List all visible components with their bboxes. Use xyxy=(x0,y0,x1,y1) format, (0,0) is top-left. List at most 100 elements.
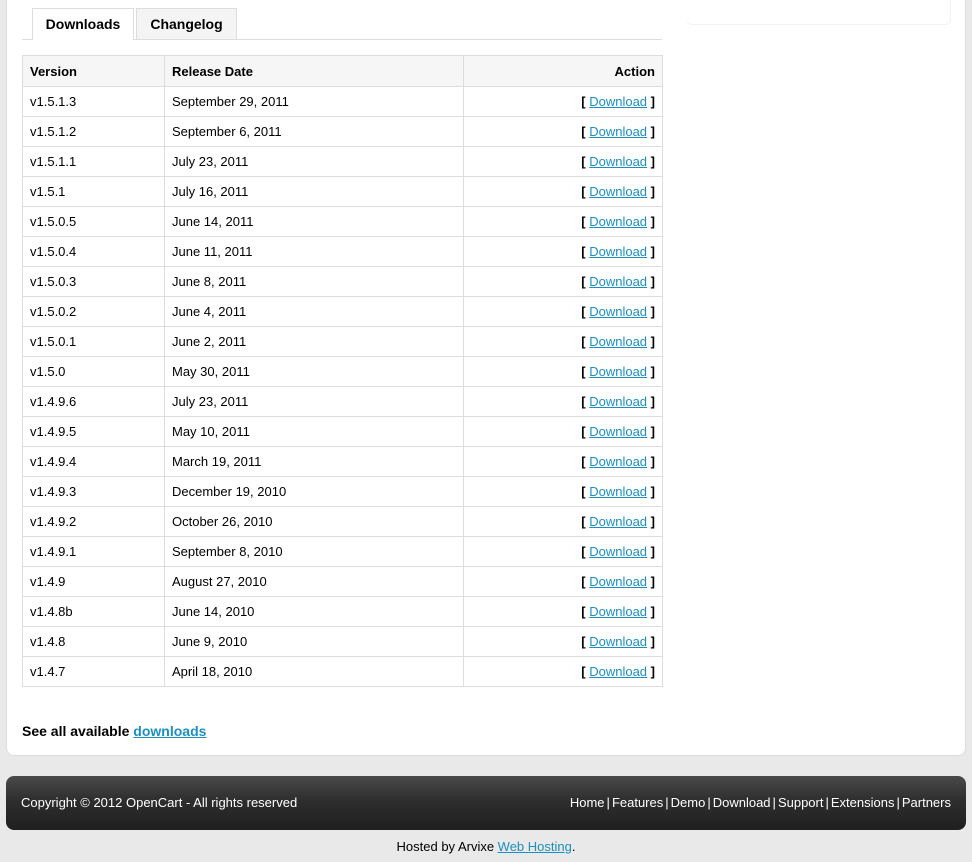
download-link[interactable]: Download xyxy=(589,664,647,679)
version-cell: v1.5.1.2 xyxy=(22,116,165,147)
release-date-cell: May 30, 2011 xyxy=(164,356,464,387)
download-link[interactable]: Download xyxy=(589,484,647,499)
download-link[interactable]: Download xyxy=(589,574,647,589)
action-cell: [ Download ] xyxy=(463,506,663,537)
bracket-close: ] xyxy=(647,424,655,439)
footer: Copyright © 2012 OpenCart - All rights r… xyxy=(6,776,966,830)
bracket-close: ] xyxy=(647,154,655,169)
header-release-date: Release Date xyxy=(164,55,464,87)
bracket-close: ] xyxy=(647,394,655,409)
action-cell: [ Download ] xyxy=(463,446,663,477)
download-link[interactable]: Download xyxy=(589,124,647,139)
footer-separator: | xyxy=(665,795,669,810)
version-cell: v1.5.0 xyxy=(22,356,165,387)
download-link[interactable]: Download xyxy=(589,634,647,649)
action-cell: [ Download ] xyxy=(463,236,663,267)
version-cell: v1.4.9.6 xyxy=(22,386,165,417)
release-date-cell: September 29, 2011 xyxy=(164,86,464,117)
tab-changelog[interactable]: Changelog xyxy=(136,8,237,39)
release-date-cell: July 16, 2011 xyxy=(164,176,464,207)
footer-link-demo[interactable]: Demo xyxy=(671,795,706,810)
table-row: v1.5.0.3 June 8, 2011[ Download ] xyxy=(22,266,663,297)
version-cell: v1.4.9.1 xyxy=(22,536,165,567)
footer-link-support[interactable]: Support xyxy=(778,795,824,810)
see-all-downloads: See all available downloads xyxy=(22,723,206,739)
version-cell: v1.4.9.5 xyxy=(22,416,165,447)
download-link[interactable]: Download xyxy=(589,454,647,469)
tab-downloads[interactable]: Downloads xyxy=(32,8,134,40)
download-link[interactable]: Download xyxy=(589,364,647,379)
table-header-row: Version Release Date Action xyxy=(22,55,663,87)
version-cell: v1.5.1.3 xyxy=(22,86,165,117)
bracket-close: ] xyxy=(647,664,655,679)
table-row: v1.4.9.1 September 8, 2010[ Download ] xyxy=(22,536,663,567)
download-link[interactable]: Download xyxy=(589,94,647,109)
action-cell: [ Download ] xyxy=(463,626,663,657)
action-cell: [ Download ] xyxy=(463,386,663,417)
table-row: v1.4.7 April 18, 2010[ Download ] xyxy=(22,656,663,687)
bracket-close: ] xyxy=(647,364,655,379)
download-link[interactable]: Download xyxy=(589,244,647,259)
download-link[interactable]: Download xyxy=(589,604,647,619)
download-link[interactable]: Download xyxy=(589,334,647,349)
version-cell: v1.4.9 xyxy=(22,566,165,597)
table-row: v1.4.8 June 9, 2010[ Download ] xyxy=(22,626,663,657)
download-link[interactable]: Download xyxy=(589,154,647,169)
action-cell: [ Download ] xyxy=(463,326,663,357)
download-link[interactable]: Download xyxy=(589,424,647,439)
release-date-cell: June 4, 2011 xyxy=(164,296,464,327)
downloads-table: Version Release Date Action v1.5.1.3 Sept… xyxy=(22,55,663,687)
footer-link-features[interactable]: Features xyxy=(612,795,663,810)
table-row: v1.5.1.2 September 6, 2011[ Download ] xyxy=(22,116,663,147)
footer-link-home[interactable]: Home xyxy=(570,795,605,810)
table-row: v1.4.9.5 May 10, 2011[ Download ] xyxy=(22,416,663,447)
see-all-label: See all available xyxy=(22,723,134,739)
release-date-cell: June 2, 2011 xyxy=(164,326,464,357)
download-link[interactable]: Download xyxy=(589,184,647,199)
table-row: v1.5.1.1 July 23, 2011[ Download ] xyxy=(22,146,663,177)
table-row: v1.4.9.4 March 19, 2011[ Download ] xyxy=(22,446,663,477)
action-cell: [ Download ] xyxy=(463,416,663,447)
bracket-close: ] xyxy=(647,94,655,109)
download-link[interactable]: Download xyxy=(589,544,647,559)
download-link[interactable]: Download xyxy=(589,214,647,229)
action-cell: [ Download ] xyxy=(463,86,663,117)
web-hosting-link[interactable]: Web Hosting xyxy=(498,839,572,854)
release-date-cell: September 6, 2011 xyxy=(164,116,464,147)
footer-link-download[interactable]: Download xyxy=(713,795,771,810)
release-date-cell: June 8, 2011 xyxy=(164,266,464,297)
action-cell: [ Download ] xyxy=(463,566,663,597)
release-date-cell: December 19, 2010 xyxy=(164,476,464,507)
table-row: v1.5.1.3 September 29, 2011[ Download ] xyxy=(22,86,663,117)
action-cell: [ Download ] xyxy=(463,596,663,627)
action-cell: [ Download ] xyxy=(463,476,663,507)
download-link[interactable]: Download xyxy=(589,394,647,409)
hosted-by-label: Hosted by Arvixe xyxy=(396,839,498,854)
hosted-by: Hosted by Arvixe Web Hosting. xyxy=(0,839,972,854)
bracket-close: ] xyxy=(647,514,655,529)
version-cell: v1.5.0.4 xyxy=(22,236,165,267)
tab-bar: Downloads Changelog xyxy=(22,8,662,40)
action-cell: [ Download ] xyxy=(463,146,663,177)
download-link[interactable]: Download xyxy=(589,304,647,319)
table-row: v1.4.9.3 December 19, 2010[ Download ] xyxy=(22,476,663,507)
footer-link-partners[interactable]: Partners xyxy=(902,795,951,810)
version-cell: v1.4.7 xyxy=(22,656,165,687)
bracket-close: ] xyxy=(647,484,655,499)
footer-link-extensions[interactable]: Extensions xyxy=(831,795,895,810)
release-date-cell: April 18, 2010 xyxy=(164,656,464,687)
table-row: v1.4.8b June 14, 2010[ Download ] xyxy=(22,596,663,627)
sidebar-box xyxy=(686,0,951,25)
bracket-close: ] xyxy=(647,634,655,649)
version-cell: v1.5.0.2 xyxy=(22,296,165,327)
version-cell: v1.4.9.3 xyxy=(22,476,165,507)
download-link[interactable]: Download xyxy=(589,274,647,289)
header-action: Action xyxy=(463,55,663,87)
see-all-downloads-link[interactable]: downloads xyxy=(133,723,206,739)
release-date-cell: June 14, 2011 xyxy=(164,206,464,237)
version-cell: v1.4.9.2 xyxy=(22,506,165,537)
download-link[interactable]: Download xyxy=(589,514,647,529)
copyright-text: Copyright © 2012 OpenCart - All rights r… xyxy=(21,795,298,810)
table-row: v1.5.0.1 June 2, 2011[ Download ] xyxy=(22,326,663,357)
bracket-close: ] xyxy=(647,544,655,559)
